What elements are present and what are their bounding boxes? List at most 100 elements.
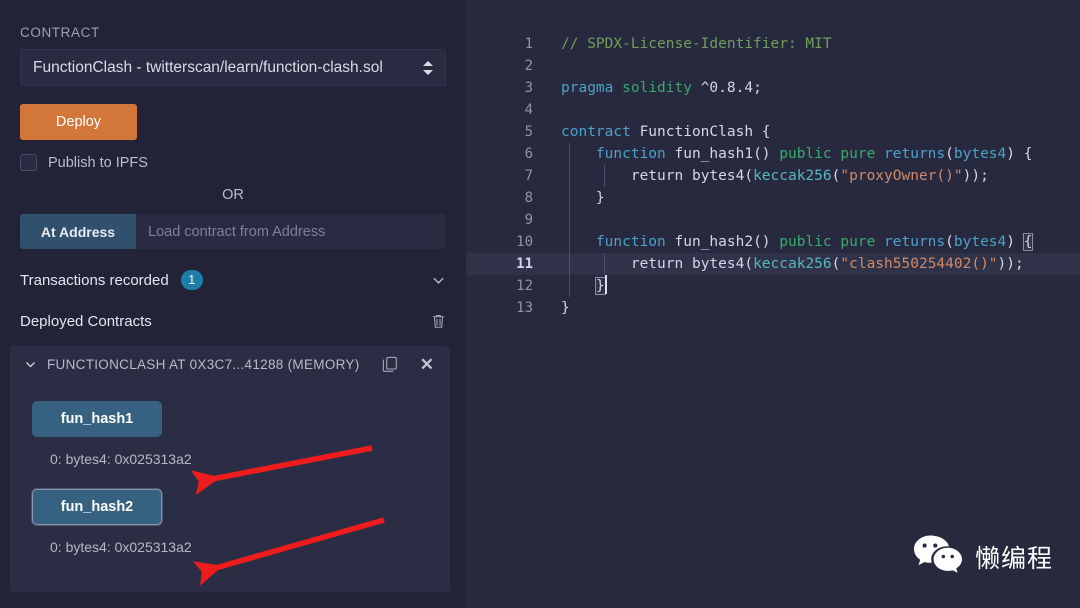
code-token: } bbox=[561, 300, 570, 316]
at-address-row: At Address bbox=[20, 214, 446, 249]
deployed-contract-header[interactable]: FUNCTIONCLASH AT 0X3C7...41288 (MEMORY) … bbox=[10, 346, 450, 383]
code-token: function bbox=[595, 146, 666, 162]
code-token: ( bbox=[945, 146, 954, 162]
publish-ipfs-label: Publish to IPFS bbox=[48, 154, 148, 171]
indent-guide bbox=[604, 165, 605, 187]
code-line[interactable]: 8 } bbox=[466, 187, 1080, 209]
publish-ipfs-checkbox[interactable] bbox=[20, 154, 37, 171]
code-text: return bytes4(keccak256("clash550254402(… bbox=[561, 253, 1080, 275]
line-number: 8 bbox=[524, 190, 533, 206]
publish-to-ipfs-row[interactable]: Publish to IPFS bbox=[20, 154, 446, 171]
code-token: contract bbox=[561, 124, 631, 140]
code-line[interactable]: 5 contract FunctionClash { bbox=[466, 121, 1080, 143]
transactions-recorded-label: Transactions recorded bbox=[20, 271, 169, 289]
code-text: } bbox=[561, 187, 1080, 209]
code-token: } bbox=[561, 190, 605, 206]
code-token: ) bbox=[1006, 234, 1024, 250]
code-line[interactable]: 1 // SPDX-License-Identifier: MIT bbox=[466, 33, 1080, 55]
line-number: 5 bbox=[524, 124, 533, 140]
watermark-text: 懒编程 bbox=[974, 543, 1053, 573]
line-number: 7 bbox=[524, 168, 533, 184]
close-icon[interactable]: ✕ bbox=[420, 356, 434, 373]
text-cursor bbox=[605, 275, 607, 294]
line-number: 1 bbox=[524, 36, 533, 52]
code-token: bytes4 bbox=[953, 146, 1007, 162]
indent-guide bbox=[569, 253, 570, 275]
code-token: bytes4( bbox=[683, 256, 754, 272]
indent-guide bbox=[569, 165, 570, 187]
code-text: contract FunctionClash { bbox=[561, 121, 1080, 143]
code-lines: 1 // SPDX-License-Identifier: MIT 2 3 pragma… bbox=[466, 0, 1080, 319]
transactions-recorded-row[interactable]: Transactions recorded 1 bbox=[20, 267, 446, 293]
code-token: FunctionClash { bbox=[630, 124, 771, 140]
code-token: keccak256 bbox=[753, 168, 832, 184]
code-editor[interactable]: 1 // SPDX-License-Identifier: MIT 2 3 pragma… bbox=[466, 0, 1080, 608]
code-line[interactable]: 3 pragma solidity ^0.8.4; bbox=[466, 77, 1080, 99]
line-number: 3 bbox=[524, 80, 533, 96]
code-line[interactable]: 11 return bytes4(keccak256("clash5502544… bbox=[466, 253, 1080, 275]
line-number: 6 bbox=[524, 146, 533, 162]
code-token: "proxyOwner()" bbox=[840, 168, 963, 184]
code-token: // SPDX-License-Identifier: MIT bbox=[561, 36, 832, 52]
code-line[interactable]: 6 function fun_hash1() public pure retur… bbox=[466, 143, 1080, 165]
chevron-down-icon[interactable] bbox=[431, 273, 446, 288]
at-address-button[interactable]: At Address bbox=[20, 214, 136, 249]
indent-guide bbox=[569, 187, 570, 209]
code-text: } bbox=[561, 275, 1080, 297]
code-token: )); bbox=[962, 168, 989, 184]
code-token: bytes4( bbox=[683, 168, 754, 184]
code-token: "clash550254402()" bbox=[840, 256, 998, 272]
fun-hash2-result: 0: bytes4: 0x025313a2 bbox=[50, 539, 192, 555]
deployed-contract-title: FUNCTIONCLASH AT 0X3C7...41288 (MEMORY) bbox=[47, 357, 360, 372]
code-token: ( bbox=[945, 234, 954, 250]
code-text: } bbox=[561, 297, 1080, 319]
indent-guide bbox=[569, 143, 570, 165]
chevron-down-icon[interactable] bbox=[24, 358, 37, 371]
code-token: bytes4 bbox=[953, 234, 1007, 250]
fun-hash2-button[interactable]: fun_hash2 bbox=[32, 489, 162, 525]
copy-icon[interactable] bbox=[382, 356, 398, 373]
deploy-button[interactable]: Deploy bbox=[20, 104, 137, 140]
line-number: 9 bbox=[524, 212, 533, 228]
code-line[interactable]: 7 return bytes4(keccak256("proxyOwner()"… bbox=[466, 165, 1080, 187]
remix-ide-window: CONTRACT FunctionClash - twitterscan/lea… bbox=[0, 0, 1080, 608]
fun-hash1-button[interactable]: fun_hash1 bbox=[32, 401, 162, 437]
code-token: returns bbox=[884, 234, 946, 250]
code-token: keccak256 bbox=[753, 256, 832, 272]
trash-icon[interactable] bbox=[431, 313, 446, 329]
line-number: 2 bbox=[524, 58, 533, 74]
function-block: fun_hash2 0: bytes4: 0x025313a2 bbox=[32, 489, 428, 555]
indent-guide bbox=[569, 209, 570, 231]
code-line[interactable]: 9 bbox=[466, 209, 1080, 231]
function-block: fun_hash1 0: bytes4: 0x025313a2 bbox=[32, 401, 428, 467]
code-token: function bbox=[595, 234, 666, 250]
code-token: { bbox=[1022, 233, 1034, 251]
code-text: pragma solidity ^0.8.4; bbox=[561, 77, 1080, 99]
code-line[interactable]: 2 bbox=[466, 55, 1080, 77]
indent-guide bbox=[569, 231, 570, 253]
code-line[interactable]: 10 function fun_hash2() public pure retu… bbox=[466, 231, 1080, 253]
code-token: fun_hash2() bbox=[665, 234, 780, 250]
code-token: fun_hash1() bbox=[665, 146, 780, 162]
code-line[interactable]: 4 bbox=[466, 99, 1080, 121]
code-token: public pure bbox=[779, 146, 876, 162]
code-token: } bbox=[594, 277, 606, 295]
code-token: return bbox=[630, 168, 684, 184]
indent-guide bbox=[569, 275, 570, 297]
or-separator-label: OR bbox=[222, 187, 244, 203]
line-number: 11 bbox=[516, 256, 533, 272]
code-token: public pure bbox=[779, 234, 876, 250]
at-address-input[interactable] bbox=[136, 214, 446, 249]
code-text: return bytes4(keccak256("proxyOwner()"))… bbox=[561, 165, 1080, 187]
code-line[interactable]: 12 } bbox=[466, 275, 1080, 297]
contract-field-label: CONTRACT bbox=[20, 25, 100, 40]
spinner-updown-icon[interactable] bbox=[421, 58, 433, 78]
contract-select[interactable]: FunctionClash - twitterscan/learn/functi… bbox=[20, 49, 446, 86]
code-line[interactable]: 13} bbox=[466, 297, 1080, 319]
